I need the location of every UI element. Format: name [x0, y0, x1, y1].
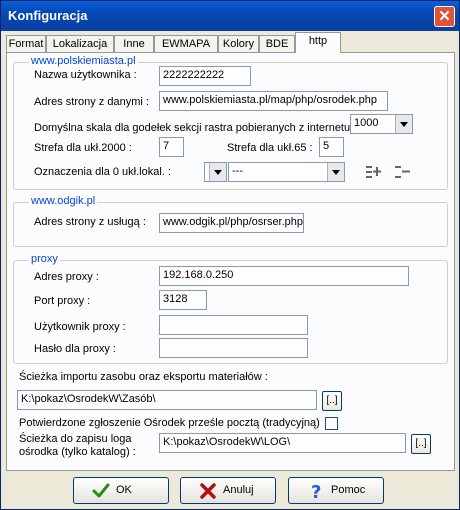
svg-text:?: ?	[311, 482, 321, 500]
username-label: Nazwa użytkownika :	[34, 69, 137, 81]
proxy-password-label: Hasło dla proxy :	[34, 343, 116, 355]
tab-lokalizacja[interactable]: Lokalizacja	[46, 35, 114, 52]
proxy-address-field[interactable]: 192.168.0.250	[159, 266, 409, 286]
window-title: Konfiguracja	[8, 8, 88, 23]
username-field[interactable]: 2222222222	[159, 66, 251, 86]
tab-kolory[interactable]: Kolory	[218, 35, 259, 52]
chevron-down-icon[interactable]	[395, 115, 412, 133]
service-url-label: Adres strony z usługą :	[34, 216, 146, 228]
log-path-label-line1: Ścieżka do zapisu loga	[19, 433, 132, 445]
log-path-label-line2: ośrodka (tylko katalog) :	[19, 446, 136, 458]
import-browse-button[interactable]: [..]	[322, 391, 342, 411]
question-icon: ?	[311, 482, 321, 500]
confirm-checkbox[interactable]	[325, 417, 338, 430]
confirm-label: Potwierdzone zgłoszenie Ośrodek prześle …	[19, 417, 320, 429]
zone65-field[interactable]: 5	[319, 137, 344, 157]
proxy-port-label: Port proxy :	[34, 295, 91, 307]
proxy-port-field[interactable]: 3128	[159, 290, 207, 310]
scale-select[interactable]: 1000	[350, 114, 413, 134]
ok-button-label: OK	[116, 484, 132, 496]
marks-select-2-value: ---	[232, 165, 243, 177]
chevron-down-icon[interactable]	[209, 163, 226, 181]
log-path-field[interactable]: K:\pokaz\OsrodekW\LOG\	[159, 433, 406, 453]
zone2000-label: Strefa dla ukł.2000 :	[34, 142, 132, 154]
marks-select-2[interactable]: ---	[228, 162, 345, 182]
help-button[interactable]: ? Pomoc	[288, 477, 384, 504]
checkmark-icon	[92, 483, 110, 498]
close-button[interactable]: ✕	[434, 6, 455, 27]
chevron-down-icon[interactable]	[327, 163, 344, 181]
close-icon: ✕	[438, 8, 451, 25]
tab-format[interactable]: Format	[6, 35, 46, 52]
tab-ewmapa[interactable]: EWMAPA	[154, 35, 218, 52]
remove-mark-icon[interactable]	[394, 165, 412, 179]
ok-button[interactable]: OK	[73, 477, 169, 504]
proxy-address-label: Adres proxy :	[34, 271, 99, 283]
data-url-field[interactable]: www.polskiemiasta.pl/map/php/osrodek.php	[159, 91, 388, 111]
import-path-label: Ścieżka importu zasobu oraz eksportu mat…	[19, 371, 268, 383]
tab-http[interactable]: http	[295, 32, 341, 53]
import-path-field[interactable]: K:\pokaz\OsrodekW\Zasób\	[17, 390, 317, 410]
tab-inne[interactable]: Inne	[114, 35, 154, 52]
group-polskiemiasta-legend: www.polskiemiasta.pl	[29, 55, 138, 67]
add-mark-icon[interactable]	[365, 165, 383, 179]
scale-value: 1000	[354, 117, 379, 129]
scale-label: Domyślna skala dla godełek sekcji rastra…	[34, 122, 351, 134]
zone65-label: Strefa dla ukł.65 :	[227, 142, 313, 154]
cancel-button[interactable]: Anuluj	[180, 477, 276, 504]
x-icon	[200, 483, 216, 499]
tab-bde[interactable]: BDE	[259, 35, 295, 52]
service-url-field[interactable]: www.odgik.pl/php/osrser.php	[159, 213, 304, 233]
group-proxy-legend: proxy	[29, 253, 60, 265]
marks-select-1[interactable]	[204, 162, 227, 182]
proxy-user-field[interactable]	[159, 315, 308, 335]
help-button-label: Pomoc	[331, 484, 366, 496]
zone2000-field[interactable]: 7	[159, 137, 184, 157]
group-odgik-legend: www.odgik.pl	[29, 195, 98, 207]
log-browse-button[interactable]: [..]	[411, 434, 431, 454]
proxy-user-label: Użytkownik proxy :	[34, 321, 126, 333]
marks-label: Oznaczenia dla 0 ukł.lokal. :	[34, 166, 171, 178]
proxy-password-field[interactable]	[159, 338, 308, 358]
title-bar: Konfiguracja ✕	[1, 1, 459, 31]
data-url-label: Adres strony z danymi :	[34, 96, 149, 108]
cancel-button-label: Anuluj	[223, 484, 254, 496]
configuration-window: Konfiguracja ✕ Format Lokalizacja Inne E…	[0, 0, 460, 510]
